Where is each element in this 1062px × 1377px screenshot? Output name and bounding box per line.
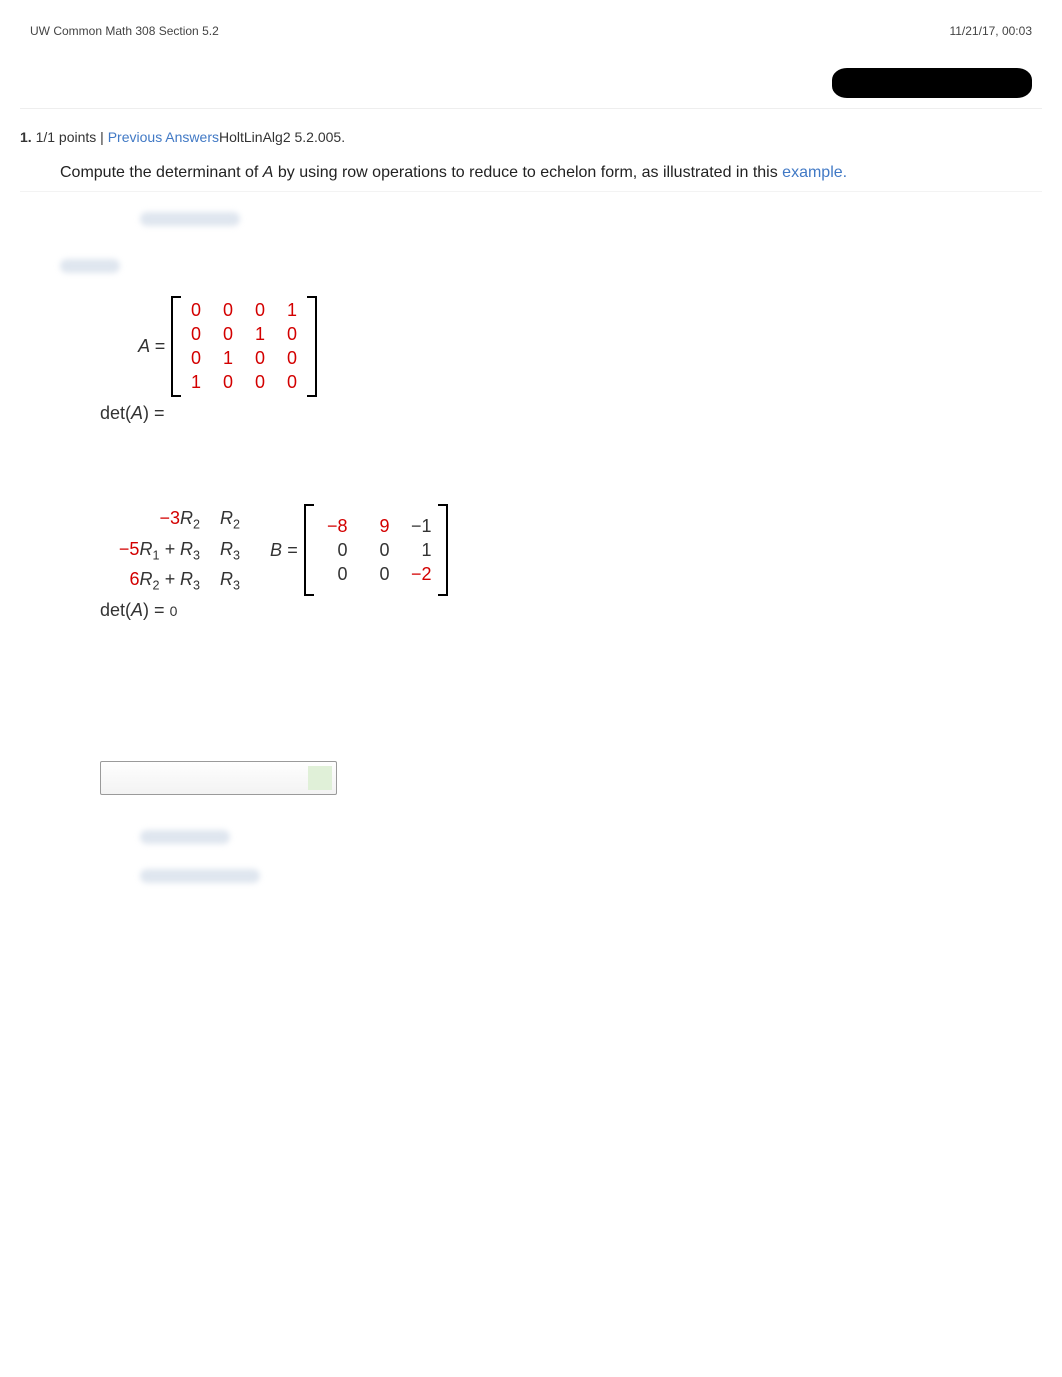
blurred-option-2 — [140, 869, 260, 883]
row-op-target: R2 — [220, 504, 240, 535]
matrix-cell: 0 — [219, 300, 237, 321]
question-source: HoltLinAlg2 5.2.005. — [219, 129, 345, 145]
matrix-cell: 1 — [251, 324, 269, 345]
row-op-expr: −3R2 — [100, 504, 200, 535]
prompt-text-a: Compute the determinant of — [60, 164, 263, 181]
bracket-left-icon — [304, 504, 314, 596]
question-number: 1. — [20, 129, 32, 145]
example-link[interactable]: example. — [782, 164, 847, 181]
blurred-hint — [140, 212, 240, 226]
matrix-cell: 0 — [187, 324, 205, 345]
matrix-cell: 0 — [251, 372, 269, 393]
work-area: A = 0001001001001000 det(A) = −3R2R2−5R1… — [60, 296, 1042, 883]
matrix-cell: 0 — [219, 372, 237, 393]
matrix-a-row: A = 0001001001001000 — [60, 296, 1042, 397]
matrix-cell: 0 — [187, 348, 205, 369]
matrix-cell: 0 — [251, 300, 269, 321]
question-points: 1/1 points | — [36, 129, 108, 145]
header-right: 11/21/17, 00:03 — [949, 24, 1032, 38]
det2-label-b: ) = — [143, 600, 170, 620]
row-op-target: R3 — [220, 535, 240, 566]
bracket-left-icon — [171, 296, 181, 397]
matrix-cell: 0 — [362, 540, 390, 561]
previous-answers-link[interactable]: Previous Answers — [108, 129, 219, 145]
blurred-label — [60, 259, 120, 273]
matrix-cell: 0 — [283, 324, 301, 345]
det-a-result: det(A) = 0 — [100, 600, 1042, 621]
det-label-a: det( — [100, 403, 131, 423]
prompt-var: A — [263, 164, 274, 181]
matrix-cell: 0 — [283, 348, 301, 369]
row-op-line: −5R1 + R3 R3 — [100, 535, 240, 566]
matrix-b-var: B — [270, 540, 282, 560]
row-op-line: −3R2 R2 — [100, 504, 240, 535]
matrix-b-label: B = — [270, 540, 298, 561]
det-a-value: 0 — [170, 603, 178, 619]
prompt-text-b: by using row operations to reduce to ech… — [273, 164, 782, 181]
matrix-cell: −2 — [404, 564, 432, 585]
header-left: UW Common Math 308 Section 5.2 — [30, 24, 219, 38]
matrix-cell: 9 — [362, 516, 390, 537]
question-block: 1. 1/1 points | Previous AnswersHoltLinA… — [20, 119, 1042, 883]
page-header: UW Common Math 308 Section 5.2 11/21/17,… — [0, 0, 1062, 48]
divider — [20, 108, 1042, 109]
matrix-a: 0001001001001000 — [181, 296, 307, 397]
blurred-option-1 — [140, 830, 230, 844]
matrix-cell: 1 — [219, 348, 237, 369]
matrix-b: −89−100100−2 — [314, 512, 438, 589]
bracket-right-icon — [307, 296, 317, 397]
det2-label-a: det( — [100, 600, 131, 620]
matrix-cell: 0 — [320, 564, 348, 585]
row-ops-block: −3R2R2−5R1 + R3R36R2 + R3R3 B = −89−1001… — [100, 504, 1042, 596]
matrix-a-var: A — [138, 336, 149, 356]
matrix-a-label: A = — [60, 336, 165, 357]
question-header: 1. 1/1 points | Previous AnswersHoltLinA… — [20, 119, 1042, 151]
matrix-cell: 0 — [219, 324, 237, 345]
matrix-cell: 0 — [283, 372, 301, 393]
row-op-line: 6R2 + R3 R3 — [100, 565, 240, 596]
row-op-expr: −5R1 + R3 — [100, 535, 200, 566]
row-op-expr: 6R2 + R3 — [100, 565, 200, 596]
redacted-name — [832, 68, 1032, 98]
matrix-b-eq: = — [282, 540, 298, 560]
det-a-line: det(A) = — [100, 403, 1042, 424]
row-op-target: R3 — [220, 565, 240, 596]
matrix-cell: −8 — [320, 516, 348, 537]
matrix-a-eq: = — [149, 336, 165, 356]
answer-input[interactable] — [100, 761, 337, 795]
matrix-cell: 1 — [404, 540, 432, 561]
matrix-cell: 0 — [187, 300, 205, 321]
bracket-right-icon — [438, 504, 448, 596]
det-label-b: ) = — [143, 403, 165, 423]
matrix-cell: 0 — [362, 564, 390, 585]
matrix-cell: −1 — [404, 516, 432, 537]
matrix-cell: 0 — [251, 348, 269, 369]
matrix-cell: 1 — [187, 372, 205, 393]
matrix-cell: 0 — [320, 540, 348, 561]
row-ops-column: −3R2 R2 −5R1 + R3 R3 6R2 + R3 R3 — [100, 504, 240, 596]
det-var: A — [131, 403, 143, 423]
matrix-cell: 1 — [283, 300, 301, 321]
det2-var: A — [131, 600, 143, 620]
divider-light — [20, 191, 1042, 192]
question-prompt: Compute the determinant of A by using ro… — [60, 161, 1042, 185]
